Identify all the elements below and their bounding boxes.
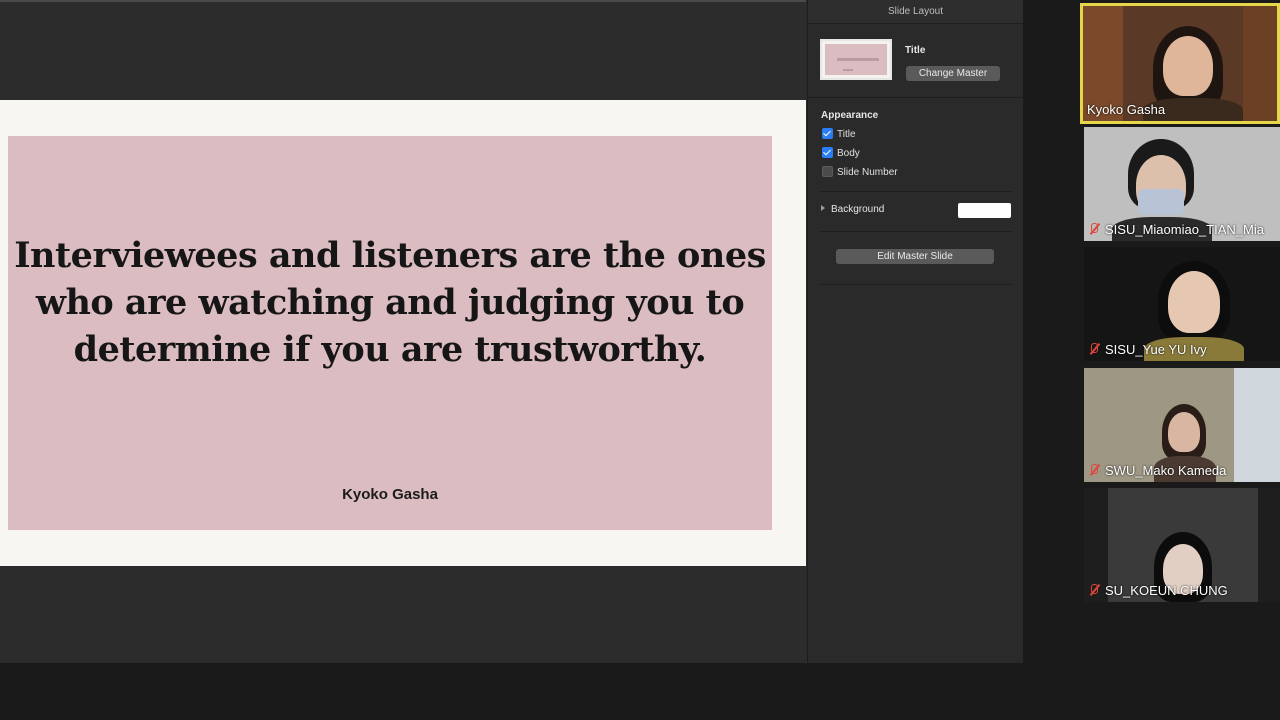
body-checkbox-row[interactable]: Body (822, 147, 860, 161)
muted-mic-icon (1088, 343, 1100, 355)
shared-screen: Interviewees and listeners are the ones … (0, 0, 1024, 663)
participant-tile[interactable]: SISU_Yue YU Ivy (1084, 247, 1280, 361)
participant-name: SISU_Yue YU Ivy (1088, 342, 1207, 357)
edit-master-slide-button[interactable]: Edit Master Slide (836, 249, 994, 264)
participant-gallery: Kyoko Gasha SISU_Miaomiao_TIAN_Mia SISU_… (1080, 0, 1280, 720)
background-label: Background (831, 204, 885, 215)
participant-name: SISU_Miaomiao_TIAN_Mia (1088, 222, 1264, 237)
divider (820, 231, 1012, 232)
title-checkbox-row[interactable]: Title (822, 128, 856, 142)
change-master-button[interactable]: Change Master (906, 66, 1000, 81)
slide-number-checkbox-label: Slide Number (837, 167, 898, 178)
participant-name: SU_KOEUN CHUNG (1088, 583, 1228, 598)
participant-tile[interactable]: SU_KOEUN CHUNG (1084, 488, 1280, 602)
slide-canvas: Interviewees and listeners are the ones … (0, 0, 806, 663)
participant-name: SWU_Mako Kameda (1088, 463, 1226, 478)
muted-mic-icon (1088, 584, 1100, 596)
slide-background: Interviewees and listeners are the ones … (8, 136, 772, 530)
background-color-well[interactable] (958, 203, 1011, 218)
divider (820, 284, 1012, 285)
slide-number-checkbox-row[interactable]: Slide Number (822, 166, 898, 180)
divider (820, 191, 1012, 192)
master-thumbnail-content (825, 44, 887, 75)
participant-tile[interactable]: SWU_Mako Kameda (1084, 368, 1280, 482)
slide-layout-inspector: Slide Layout Title Change Master Appeara… (807, 0, 1024, 663)
muted-mic-icon (1088, 223, 1100, 235)
slide-body[interactable]: Kyoko Gasha (8, 486, 772, 503)
master-thumbnail-body (843, 69, 853, 71)
appearance-label: Appearance (821, 110, 879, 121)
disclosure-triangle-icon[interactable] (821, 205, 825, 211)
title-checkbox-label: Title (837, 129, 856, 140)
participant-tile-active-speaker[interactable]: Kyoko Gasha (1080, 3, 1280, 124)
background-row[interactable]: Background (821, 203, 1011, 220)
divider (808, 97, 1024, 98)
master-row: Title Change Master (820, 39, 1016, 83)
slide[interactable]: Interviewees and listeners are the ones … (0, 100, 806, 566)
participant-name: Kyoko Gasha (1087, 102, 1166, 117)
master-thumbnail-title (837, 58, 879, 61)
title-checkbox[interactable] (822, 128, 833, 139)
participant-tile[interactable]: SISU_Miaomiao_TIAN_Mia (1084, 127, 1280, 241)
slide-number-checkbox[interactable] (822, 166, 833, 177)
muted-mic-icon (1088, 464, 1100, 476)
body-checkbox-label: Body (837, 148, 860, 159)
master-name: Title (905, 45, 926, 56)
inspector-header: Slide Layout (808, 0, 1023, 24)
body-checkbox[interactable] (822, 147, 833, 158)
canvas-top-edge (0, 0, 806, 2)
slide-title[interactable]: Interviewees and listeners are the ones … (8, 232, 772, 373)
master-thumbnail[interactable] (820, 39, 892, 80)
